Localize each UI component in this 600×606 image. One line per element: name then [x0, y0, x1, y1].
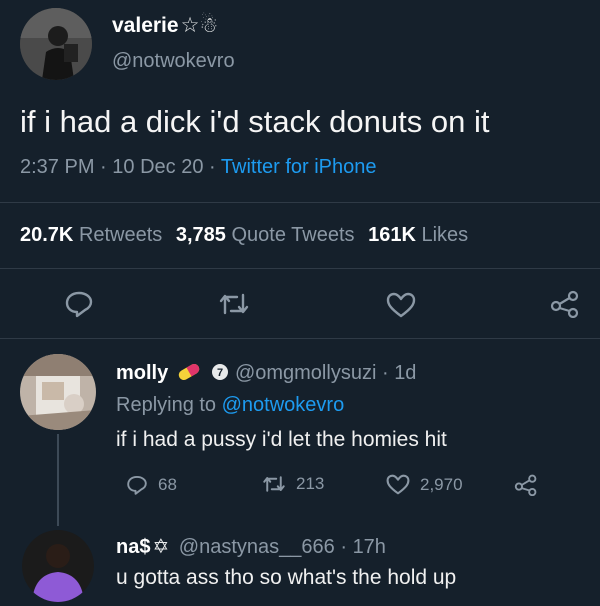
tweet-meta: 2:37 PM · 10 Dec 20 · Twitter for iPhone — [20, 156, 377, 178]
reply-handle[interactable]: @nastynas__666 — [179, 536, 335, 558]
thread-line — [57, 434, 59, 526]
like-icon — [386, 474, 410, 495]
like-icon[interactable] — [386, 292, 416, 318]
author-handle[interactable]: @notwokevro — [112, 50, 235, 73]
svg-text:7: 7 — [217, 367, 223, 379]
name-emoji: ✡ — [152, 536, 170, 558]
reply-icon — [126, 474, 148, 496]
quote-tweets-stat[interactable]: 3,785 Quote Tweets — [176, 224, 360, 246]
reply-retweet-button[interactable]: 213 — [262, 474, 324, 494]
tweet-source[interactable]: Twitter for iPhone — [221, 156, 377, 178]
author-display-name[interactable]: valerie — [112, 14, 179, 37]
retweet-count: 213 — [296, 474, 325, 493]
divider — [0, 338, 600, 339]
retweet-icon — [262, 474, 286, 494]
reply-avatar[interactable] — [22, 530, 94, 602]
replying-to-label: Replying to — [116, 394, 217, 416]
tweet-stats: 20.7K Retweets 3,785 Quote Tweets 161K L… — [20, 224, 468, 247]
reply-age[interactable]: 1d — [394, 362, 416, 384]
reply-count: 68 — [158, 475, 177, 494]
tweet-date[interactable]: 10 Dec 20 — [112, 156, 203, 178]
replying-to-handle[interactable]: @notwokevro — [222, 394, 345, 416]
reply-age[interactable]: 17h — [353, 536, 386, 558]
reply-display-name[interactable]: molly — [116, 362, 168, 384]
name-emojis: ☆☃ — [180, 14, 219, 37]
share-icon[interactable] — [514, 474, 538, 496]
reply-handle[interactable]: @omgmollysuzi — [235, 362, 376, 384]
pill-icon — [176, 363, 202, 381]
reply-icon[interactable] — [64, 290, 94, 318]
reply-like-button[interactable]: 2,970 — [386, 474, 463, 495]
retweets-stat[interactable]: 20.7K Retweets — [20, 224, 168, 246]
retweet-icon[interactable] — [218, 291, 250, 317]
tweet-time: 2:37 PM — [20, 156, 95, 178]
reply-reply-button[interactable]: 68 — [126, 474, 177, 496]
divider — [0, 202, 600, 203]
reply-avatar[interactable] — [20, 354, 96, 430]
likes-stat[interactable]: 161K Likes — [368, 224, 468, 246]
like-count: 2,970 — [420, 474, 463, 494]
share-icon[interactable] — [550, 290, 580, 318]
author-avatar[interactable] — [20, 8, 92, 80]
info-badge-icon: 7 — [211, 363, 229, 381]
reply-text: if i had a pussy i'd let the homies hit — [116, 428, 447, 451]
tweet-text: if i had a dick i'd stack donuts on it — [20, 104, 490, 139]
divider — [0, 268, 600, 269]
reply-display-name[interactable]: na$ — [116, 536, 150, 558]
reply-text: u gotta ass tho so what's the hold up — [116, 566, 457, 589]
